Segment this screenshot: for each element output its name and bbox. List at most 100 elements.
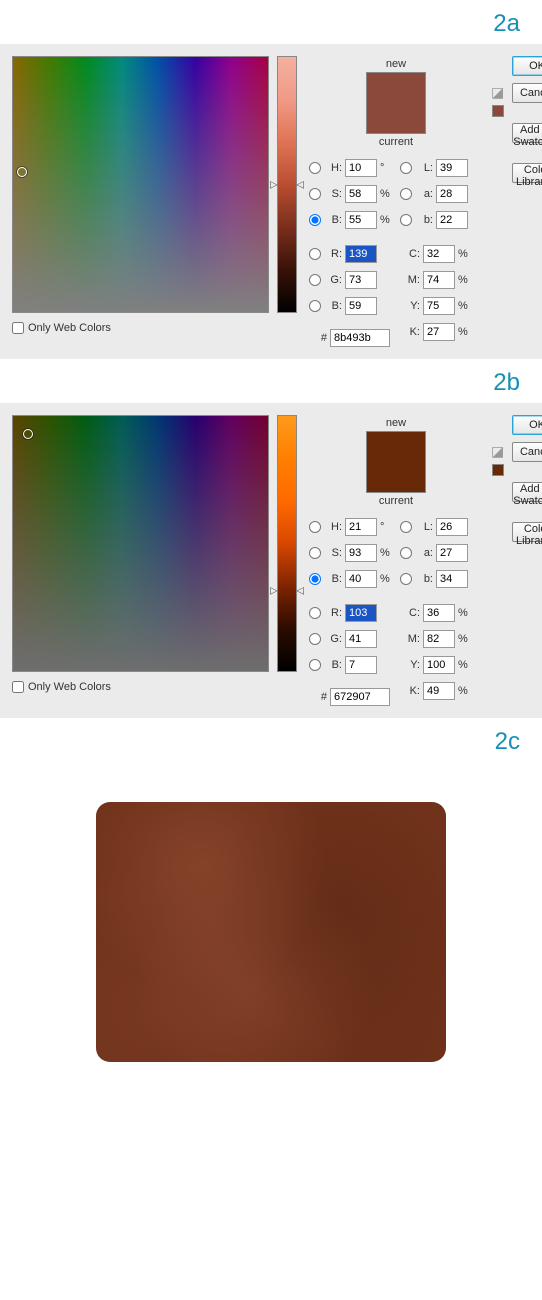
- unit-pct: %: [380, 547, 392, 559]
- hue-slider-b[interactable]: [277, 415, 297, 672]
- cancel-button-b[interactable]: Cancel: [512, 442, 542, 462]
- label-k: K:: [400, 685, 420, 697]
- label-b: B:: [324, 573, 342, 585]
- hue-slider-thumb-a[interactable]: ▷◁: [270, 179, 304, 190]
- radio-h-a[interactable]: [309, 162, 321, 174]
- input-lb-b[interactable]: [436, 570, 468, 588]
- ok-button-a[interactable]: OK: [512, 56, 542, 76]
- radio-lb-b[interactable]: [400, 573, 412, 585]
- input-b-b[interactable]: [345, 570, 377, 588]
- cube-icon: ◪: [491, 443, 504, 460]
- unit-pct: %: [458, 659, 470, 671]
- color-picker-b: Only Web Colors ▷◁ new current H:° S:% B…: [0, 403, 542, 718]
- unit-pct: %: [458, 633, 470, 645]
- radio-a-b[interactable]: [400, 547, 412, 559]
- tiny-swatch-a: [492, 105, 504, 117]
- input-hex-a[interactable]: [330, 329, 390, 347]
- input-l-a[interactable]: [436, 159, 468, 177]
- color-libraries-button-b[interactable]: Color Libraries: [512, 522, 542, 542]
- only-web-label: Only Web Colors: [28, 681, 111, 693]
- color-libraries-button-a[interactable]: Color Libraries: [512, 163, 542, 183]
- input-s-a[interactable]: [345, 185, 377, 203]
- color-field-b[interactable]: [12, 415, 269, 672]
- radio-g-b[interactable]: [309, 633, 321, 645]
- current-label: current: [309, 493, 483, 509]
- input-r-a[interactable]: [345, 245, 377, 263]
- input-b-a[interactable]: [345, 211, 377, 229]
- only-web-colors-checkbox-b[interactable]: [12, 681, 24, 693]
- color-marker-b[interactable]: [23, 429, 33, 439]
- new-label: new: [309, 56, 483, 72]
- radio-r-b[interactable]: [309, 607, 321, 619]
- unit-pct: %: [458, 607, 470, 619]
- step-label-2a: 2a: [0, 0, 542, 44]
- label-r: R:: [324, 607, 342, 619]
- input-k-b[interactable]: [423, 682, 455, 700]
- input-r-b[interactable]: [345, 604, 377, 622]
- unit-pct: %: [458, 300, 470, 312]
- input-y-b[interactable]: [423, 656, 455, 674]
- radio-h-b[interactable]: [309, 521, 321, 533]
- hue-slider-thumb-b[interactable]: ▷◁: [270, 585, 304, 596]
- ok-button-b[interactable]: OK: [512, 415, 542, 435]
- label-h: H:: [324, 162, 342, 174]
- input-y-a[interactable]: [423, 297, 455, 315]
- result-texture: [96, 802, 446, 1062]
- label-l: L:: [415, 162, 433, 174]
- label-lb: b:: [415, 214, 433, 226]
- add-swatches-button-a[interactable]: Add To Swatches: [512, 123, 542, 143]
- input-k-a[interactable]: [423, 323, 455, 341]
- input-m-b[interactable]: [423, 630, 455, 648]
- unit-pct: %: [380, 573, 392, 585]
- new-label: new: [309, 415, 483, 431]
- label-a: a:: [415, 188, 433, 200]
- tiny-swatch-b: [492, 464, 504, 476]
- radio-a-a[interactable]: [400, 188, 412, 200]
- color-picker-a: Only Web Colors ▷◁ new current H:° S:% B…: [0, 44, 542, 359]
- step-label-2b: 2b: [0, 359, 542, 403]
- radio-l-a[interactable]: [400, 162, 412, 174]
- label-y: Y:: [400, 300, 420, 312]
- color-marker-a[interactable]: [17, 167, 27, 177]
- only-web-label: Only Web Colors: [28, 322, 111, 334]
- label-b: B:: [324, 214, 342, 226]
- radio-b2-a[interactable]: [309, 300, 321, 312]
- add-swatches-button-b[interactable]: Add To Swatches: [512, 482, 542, 502]
- radio-b-b[interactable]: [309, 573, 321, 585]
- input-l-b[interactable]: [436, 518, 468, 536]
- radio-g-a[interactable]: [309, 274, 321, 286]
- only-web-colors-checkbox-a[interactable]: [12, 322, 24, 334]
- step-label-2c: 2c: [0, 718, 542, 762]
- label-b2: B:: [324, 300, 342, 312]
- unit-pct: %: [458, 274, 470, 286]
- input-c-b[interactable]: [423, 604, 455, 622]
- input-lb-a[interactable]: [436, 211, 468, 229]
- radio-s-a[interactable]: [309, 188, 321, 200]
- radio-r-a[interactable]: [309, 248, 321, 260]
- input-g-a[interactable]: [345, 271, 377, 289]
- label-s: S:: [324, 547, 342, 559]
- input-h-b[interactable]: [345, 518, 377, 536]
- label-m: M:: [400, 633, 420, 645]
- input-m-a[interactable]: [423, 271, 455, 289]
- input-s-b[interactable]: [345, 544, 377, 562]
- input-a-b[interactable]: [436, 544, 468, 562]
- input-b2-b[interactable]: [345, 656, 377, 674]
- color-field-a[interactable]: [12, 56, 269, 313]
- input-b2-a[interactable]: [345, 297, 377, 315]
- cancel-button-a[interactable]: Cancel: [512, 83, 542, 103]
- current-label: current: [309, 134, 483, 150]
- label-k: K:: [400, 326, 420, 338]
- input-g-b[interactable]: [345, 630, 377, 648]
- input-hex-b[interactable]: [330, 688, 390, 706]
- radio-b-a[interactable]: [309, 214, 321, 226]
- input-h-a[interactable]: [345, 159, 377, 177]
- radio-b2-b[interactable]: [309, 659, 321, 671]
- label-g: G:: [324, 633, 342, 645]
- input-a-a[interactable]: [436, 185, 468, 203]
- radio-s-b[interactable]: [309, 547, 321, 559]
- label-l: L:: [415, 521, 433, 533]
- radio-l-b[interactable]: [400, 521, 412, 533]
- input-c-a[interactable]: [423, 245, 455, 263]
- radio-lb-a[interactable]: [400, 214, 412, 226]
